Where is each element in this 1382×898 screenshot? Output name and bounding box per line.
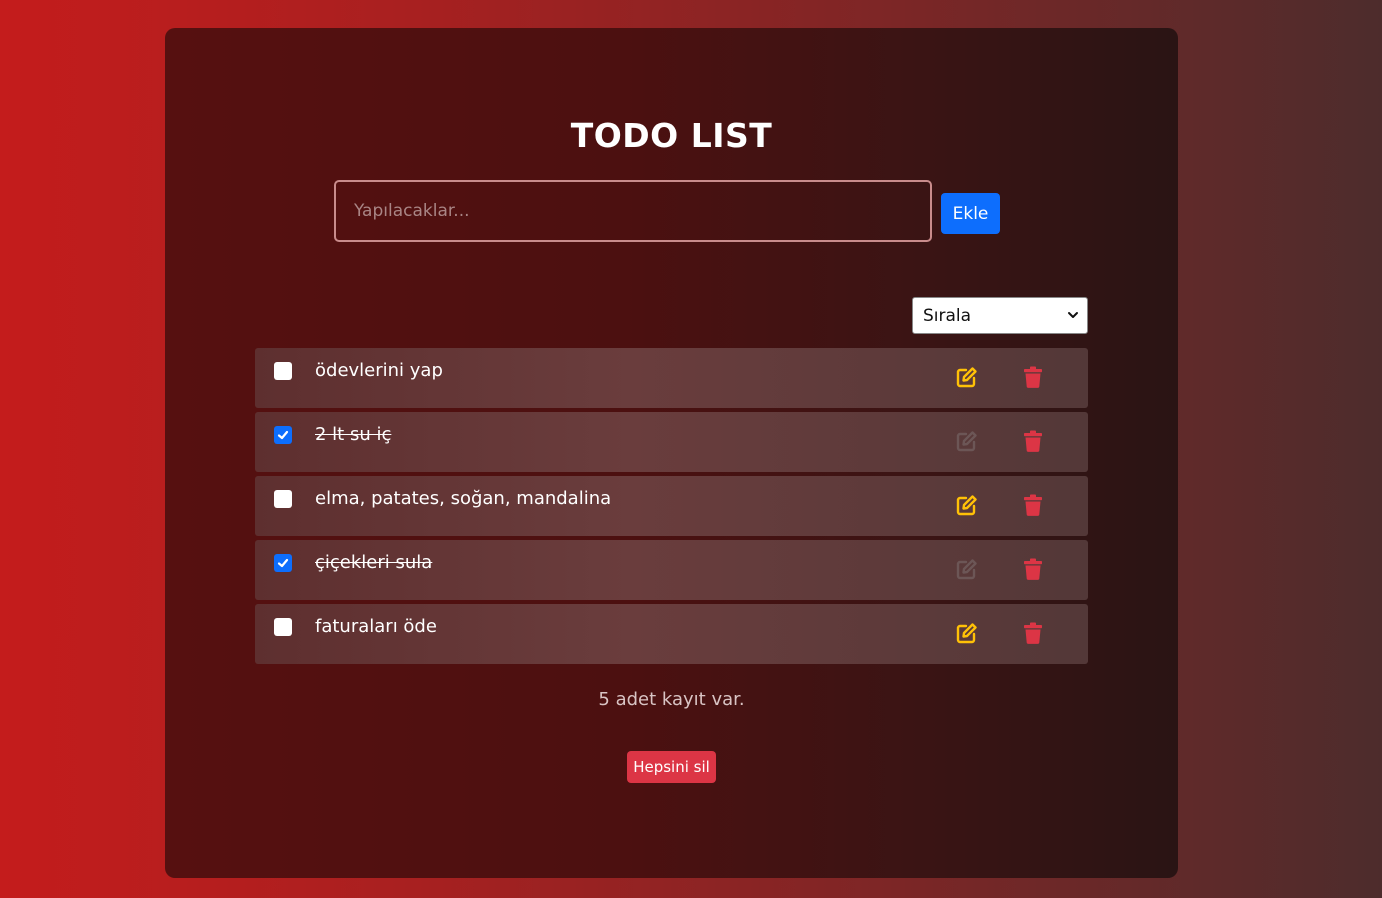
page-title: TODO LIST [570, 116, 773, 155]
todo-text: elma, patates, soğan, mandalina [315, 488, 612, 509]
todo-text: çiçekleri sula [315, 552, 433, 573]
delete-button[interactable] [1023, 365, 1043, 389]
edit-icon [956, 623, 977, 644]
add-button[interactable]: Ekle [941, 193, 1000, 234]
edit-icon [956, 367, 977, 388]
chevron-down-icon [1068, 312, 1078, 318]
record-count: 5 adet kayıt var. [598, 689, 745, 710]
todo-input[interactable] [334, 180, 932, 242]
trash-icon [1024, 558, 1042, 580]
edit-button[interactable] [955, 621, 979, 645]
delete-button[interactable] [1023, 621, 1043, 645]
todo-text: ödevlerini yap [315, 360, 443, 381]
edit-icon [956, 431, 977, 452]
trash-icon [1024, 366, 1042, 388]
todo-panel: TODO LIST Ekle Sırala ödevlerini yap 2 lt… [165, 28, 1178, 878]
todo-text: faturaları öde [315, 616, 437, 637]
check-icon [277, 558, 289, 568]
todo-checkbox[interactable] [274, 490, 292, 508]
todo-checkbox[interactable] [274, 362, 292, 380]
edit-button[interactable] [955, 557, 979, 581]
edit-button[interactable] [955, 493, 979, 517]
delete-button[interactable] [1023, 429, 1043, 453]
todo-list: ödevlerini yap 2 lt su iç elma, patates, s… [255, 348, 1088, 668]
delete-button[interactable] [1023, 557, 1043, 581]
edit-icon [956, 495, 977, 516]
check-icon [277, 430, 289, 440]
sort-selected-value: Sırala [923, 305, 972, 326]
clear-all-button[interactable]: Hepsini sil [627, 751, 716, 783]
edit-icon [956, 559, 977, 580]
delete-button[interactable] [1023, 493, 1043, 517]
todo-checkbox[interactable] [274, 426, 292, 444]
todo-item: faturaları öde [255, 604, 1088, 664]
todo-item: 2 lt su iç [255, 412, 1088, 472]
sort-select[interactable]: Sırala [912, 297, 1088, 334]
todo-item: çiçekleri sula [255, 540, 1088, 600]
edit-button[interactable] [955, 365, 979, 389]
edit-button[interactable] [955, 429, 979, 453]
todo-checkbox[interactable] [274, 554, 292, 572]
trash-icon [1024, 622, 1042, 644]
todo-text: 2 lt su iç [315, 424, 392, 445]
trash-icon [1024, 430, 1042, 452]
trash-icon [1024, 494, 1042, 516]
todo-checkbox[interactable] [274, 618, 292, 636]
todo-item: ödevlerini yap [255, 348, 1088, 408]
todo-item: elma, patates, soğan, mandalina [255, 476, 1088, 536]
